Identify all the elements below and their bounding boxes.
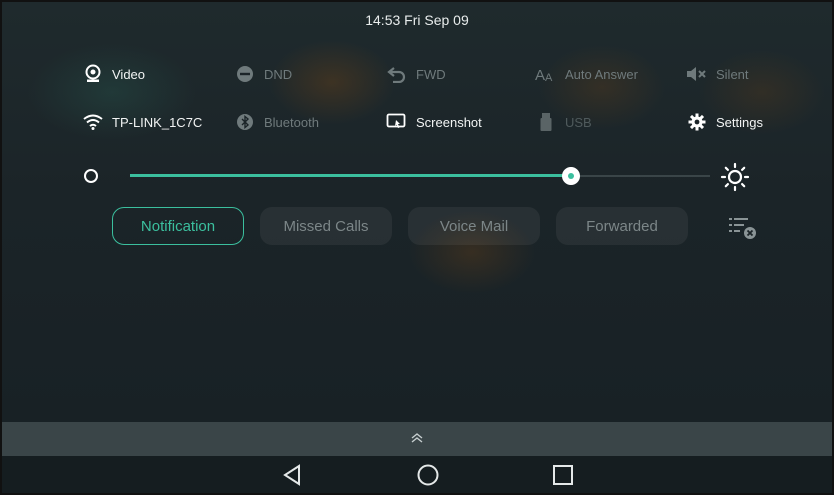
usb-icon (535, 112, 557, 132)
qs-settings-label: Settings (716, 114, 763, 130)
tab-voice-mail[interactable]: Voice Mail (408, 207, 540, 245)
auto-answer-icon: AA (535, 64, 557, 84)
bluetooth-icon (234, 112, 256, 132)
qs-bluetooth-label: Bluetooth (264, 114, 319, 130)
collapse-handle[interactable] (2, 422, 832, 456)
svg-text:A: A (535, 67, 545, 83)
qs-screenshot-label: Screenshot (416, 114, 482, 130)
qs-wifi[interactable]: TP-LINK_1C7C (82, 112, 202, 132)
notification-panel: 14:53 Fri Sep 09 Video DND FWD AA Auto A… (0, 0, 834, 495)
recents-button[interactable] (549, 464, 577, 490)
back-button[interactable] (278, 463, 306, 491)
svg-text:A: A (545, 72, 553, 83)
back-icon (282, 463, 302, 491)
qs-bluetooth[interactable]: Bluetooth (234, 112, 319, 132)
home-icon (416, 463, 440, 492)
qs-usb-label: USB (565, 114, 592, 130)
brightness-thumb[interactable] (562, 167, 580, 185)
screenshot-icon (386, 112, 408, 132)
qs-video[interactable]: Video (82, 64, 145, 84)
qs-dnd-label: DND (264, 66, 293, 82)
status-time: 14:53 Fri Sep 09 (365, 12, 469, 28)
gear-icon (686, 112, 708, 132)
qs-video-label: Video (112, 66, 146, 82)
wifi-icon (82, 112, 104, 132)
silent-icon (686, 64, 708, 84)
navigation-bar (2, 456, 832, 493)
home-button[interactable] (414, 464, 442, 490)
qs-settings[interactable]: Settings (686, 112, 763, 132)
tab-forwarded[interactable]: Forwarded (556, 207, 688, 245)
qs-fwd[interactable]: FWD (386, 64, 446, 84)
recents-icon (552, 464, 574, 491)
forward-icon (386, 64, 408, 84)
qs-usb[interactable]: USB (535, 112, 592, 132)
qs-auto-answer[interactable]: AA Auto Answer (535, 64, 638, 84)
brightness-low-icon (84, 169, 98, 183)
clear-list-icon (726, 218, 762, 246)
chevron-up-icon (410, 430, 424, 448)
notification-tabs: Notification Missed Calls Voice Mail For… (112, 207, 688, 245)
brightness-fill (130, 174, 570, 177)
qs-screenshot[interactable]: Screenshot (386, 112, 482, 132)
qs-auto-answer-label: Auto Answer (565, 66, 638, 82)
dnd-icon (234, 64, 256, 84)
clear-all-button[interactable] (726, 214, 762, 242)
qs-silent-label: Silent (716, 66, 749, 82)
video-icon (82, 64, 104, 84)
qs-dnd[interactable]: DND (234, 64, 292, 84)
qs-fwd-label: FWD (416, 66, 446, 82)
tab-missed-calls[interactable]: Missed Calls (260, 207, 392, 245)
tab-notification[interactable]: Notification (112, 207, 244, 245)
qs-wifi-label: TP-LINK_1C7C (112, 114, 203, 130)
brightness-high-icon (720, 162, 750, 197)
brightness-slider[interactable] (80, 162, 770, 192)
qs-silent[interactable]: Silent (686, 64, 749, 84)
